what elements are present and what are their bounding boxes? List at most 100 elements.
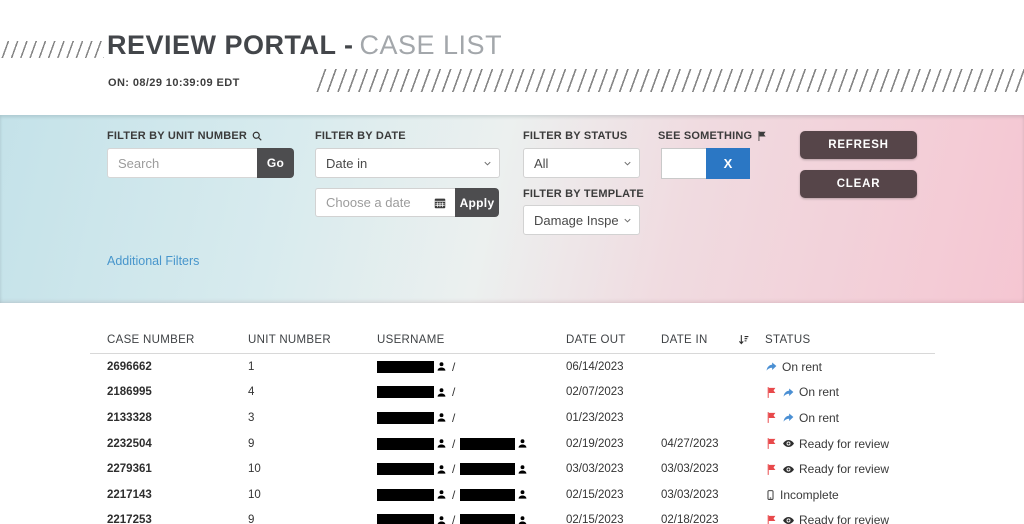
apply-button[interactable]: Apply (455, 188, 499, 217)
see-something-toggle-on[interactable]: X (706, 148, 750, 179)
case-number-cell: 2217253 (107, 514, 152, 524)
page-title-secondary: CASE LIST (359, 30, 503, 60)
case-number-cell: 2232504 (107, 437, 152, 450)
status-filter-label: FILTER BY STATUS (523, 130, 627, 142)
username-separator: / (452, 385, 456, 400)
share-arrow-icon (782, 411, 795, 424)
decorative-hatch-left (0, 41, 104, 58)
username-separator: / (452, 462, 456, 477)
clear-button[interactable]: CLEAR (800, 170, 917, 198)
page-title: REVIEW PORTAL - CASE LIST (107, 30, 502, 61)
col-header-date-in[interactable]: DATE IN (661, 334, 737, 346)
table-row[interactable]: 2232504 9 / 02/19/2023 04/27/2023 Ready … (90, 431, 935, 457)
additional-filters-link[interactable]: Additional Filters (107, 254, 199, 268)
page-title-primary: REVIEW PORTAL - (107, 30, 354, 60)
person-icon (436, 387, 447, 398)
chevron-down-icon (622, 215, 633, 226)
status-label: On rent (799, 385, 840, 400)
template-filter-label: FILTER BY TEMPLATE (523, 188, 644, 200)
status-label: On rent (799, 410, 840, 425)
status-label: Ready for review (799, 513, 890, 524)
flag-icon (756, 130, 768, 142)
calendar-icon[interactable] (433, 196, 447, 210)
date-in-cell: 03/03/2023 (661, 488, 719, 501)
redacted-username (377, 411, 434, 424)
status-filter-select[interactable]: All (523, 148, 640, 178)
case-number-cell: 2696662 (107, 360, 152, 373)
date-in-cell: 04/27/2023 (661, 437, 719, 450)
person-icon (436, 361, 447, 372)
chevron-down-icon (622, 158, 633, 169)
date-out-cell: 02/15/2023 (566, 514, 624, 524)
unit-number-cell: 1 (248, 360, 255, 373)
redacted-username (460, 437, 516, 450)
col-header-status[interactable]: STATUS (765, 334, 935, 346)
person-icon (436, 515, 447, 524)
unit-number-filter-label: FILTER BY UNIT NUMBER (107, 130, 263, 142)
col-header-date-out[interactable]: DATE OUT (566, 334, 661, 346)
col-header-unit-number[interactable]: UNIT NUMBER (248, 334, 377, 346)
case-number-cell: 2186995 (107, 386, 152, 399)
timestamp: ON: 08/29 10:39:09 EDT (108, 77, 240, 89)
search-icon (251, 130, 263, 142)
date-out-cell: 02/07/2023 (566, 386, 624, 399)
date-filter-select[interactable]: Date in (315, 148, 500, 178)
table-row[interactable]: 2133328 3 / 01/23/2023 On rent (90, 405, 935, 431)
unit-number-cell: 9 (248, 437, 255, 450)
redacted-username (377, 386, 434, 399)
case-number-cell: 2217143 (107, 488, 152, 501)
redacted-username (377, 488, 434, 501)
col-header-username[interactable]: USERNAME (377, 334, 566, 346)
col-header-case-number[interactable]: CASE NUMBER (107, 334, 248, 346)
date-filter-label-text: FILTER BY DATE (315, 130, 406, 142)
flag-icon (765, 514, 778, 524)
date-filter-selected-value: Date in (326, 155, 368, 171)
status-cell: Incomplete (765, 488, 935, 502)
share-arrow-icon (765, 360, 778, 373)
flag-icon (765, 386, 778, 399)
person-icon (517, 464, 528, 475)
redacted-username (460, 463, 516, 476)
person-icon (436, 489, 447, 500)
case-number-cell: 2279361 (107, 463, 152, 476)
status-cell: On rent (765, 411, 935, 425)
status-cell: Ready for review (765, 513, 935, 524)
case-list-table: CASE NUMBER UNIT NUMBER USERNAME DATE OU… (90, 303, 935, 524)
person-icon (436, 412, 447, 423)
unit-number-cell: 9 (248, 514, 255, 524)
unit-number-search-input[interactable] (107, 148, 257, 178)
status-filter-selected-value: All (534, 155, 549, 171)
template-filter-select[interactable]: Damage Inspection (523, 205, 640, 235)
username-cell: / (377, 462, 566, 476)
eye-icon (782, 463, 795, 476)
date-out-cell: 03/03/2023 (566, 463, 624, 476)
table-row[interactable]: 2217143 10 / 02/15/2023 03/03/2023 Incom… (90, 482, 935, 508)
unit-number-cell: 4 (248, 386, 255, 399)
date-in-cell: 03/03/2023 (661, 463, 719, 476)
date-picker-placeholder: Choose a date (326, 195, 411, 210)
page-header: REVIEW PORTAL - CASE LIST ON: 08/29 10:39… (0, 0, 1024, 115)
username-cell: / (377, 385, 566, 399)
person-icon (517, 489, 528, 500)
person-icon (517, 438, 528, 449)
date-picker-field[interactable]: Choose a date (315, 188, 455, 217)
see-something-toggle-off[interactable] (661, 148, 706, 179)
username-cell: / (377, 437, 566, 451)
table-row[interactable]: 2696662 1 / 06/14/2023 On rent (90, 354, 935, 380)
table-row[interactable]: 2279361 10 / 03/03/2023 03/03/2023 Ready… (90, 456, 935, 482)
chevron-down-icon (482, 158, 493, 169)
see-something-toggle[interactable]: X (661, 148, 750, 179)
flag-icon (765, 411, 778, 424)
table-row[interactable]: 2186995 4 / 02/07/2023 On rent (90, 380, 935, 406)
date-picker-row: Choose a date Apply (315, 188, 499, 217)
unit-number-cell: 10 (248, 463, 261, 476)
status-label: On rent (782, 359, 823, 374)
username-separator: / (452, 410, 456, 425)
template-filter-selected-value: Damage Inspection (534, 212, 619, 228)
table-row[interactable]: 2217253 9 / 02/15/2023 02/18/2023 Ready … (90, 508, 935, 524)
username-separator: / (452, 513, 456, 524)
sort-date-in-icon[interactable] (737, 333, 750, 346)
go-button[interactable]: Go (257, 148, 294, 178)
table-body: 2696662 1 / 06/14/2023 On rent 2186995 4… (90, 354, 935, 524)
refresh-button[interactable]: REFRESH (800, 131, 917, 159)
